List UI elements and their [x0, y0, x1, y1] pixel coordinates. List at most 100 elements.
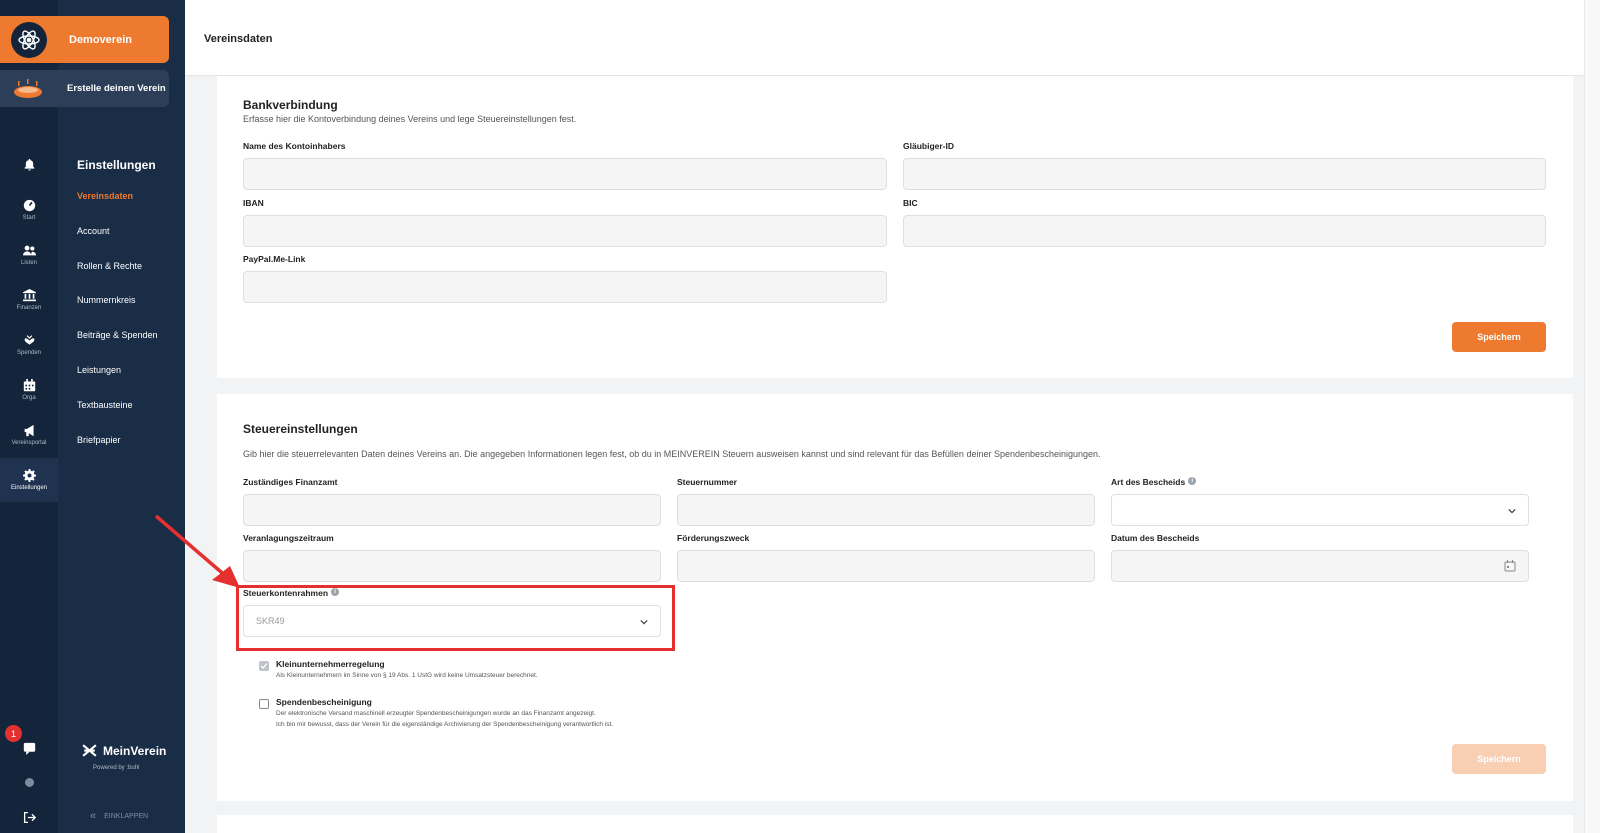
annotation-arrow	[154, 514, 240, 588]
rail-label: Einstellungen	[10, 485, 48, 491]
paypal-input[interactable]	[243, 271, 887, 303]
create-club-button[interactable]: Erstelle deinen Verein	[0, 70, 169, 107]
rail-label: Finanzen	[16, 305, 42, 311]
menu-item-nummernkreis[interactable]: Nummernkreis	[77, 295, 136, 305]
purpose-input[interactable]	[677, 550, 1095, 582]
menu-item-textbausteine[interactable]: Textbausteine	[77, 400, 133, 410]
users-icon	[22, 245, 36, 256]
chevron-down-icon	[1508, 508, 1516, 514]
bell-icon	[24, 158, 34, 171]
rail-orga[interactable]: Orga	[0, 368, 58, 412]
period-input[interactable]	[243, 550, 661, 582]
dashboard-icon	[23, 199, 35, 212]
meinverein-logo: MeinVerein	[81, 742, 166, 759]
donation-receipt-desc-1: Der elektronische Versand maschinell erz…	[276, 710, 596, 717]
double-chevron-left-icon: «	[90, 810, 97, 822]
create-club-label: Erstelle deinen Verein	[67, 83, 166, 94]
logout-icon	[23, 811, 36, 823]
megaphone-icon	[24, 424, 34, 437]
settings-menu-title: Einstellungen	[77, 158, 156, 172]
menu-item-beitraege[interactable]: Beiträge & Spenden	[77, 330, 158, 340]
holder-input[interactable]	[243, 158, 887, 190]
bank-icon	[22, 289, 36, 302]
creditor-input[interactable]	[903, 158, 1546, 190]
notice-date-input[interactable]	[1111, 550, 1529, 582]
rail-label: Spenden	[16, 350, 42, 356]
tax-title: Steuereinstellungen	[243, 422, 358, 436]
powered-by: Powered by :buhl	[93, 765, 140, 771]
club-switcher[interactable]: Demoverein	[0, 16, 169, 63]
notice-type-select[interactable]	[1111, 494, 1529, 526]
stadium-icon	[14, 78, 42, 98]
menu-item-rollen[interactable]: Rollen & Rechte	[77, 261, 142, 271]
taxnumber-label: Steuernummer	[677, 477, 737, 487]
menu-item-vereinsdaten[interactable]: Vereinsdaten	[77, 191, 133, 201]
calendar-icon	[1504, 560, 1516, 572]
bank-title: Bankverbindung	[243, 98, 338, 112]
office-label: Zuständiges Finanzamt	[243, 477, 338, 487]
rail-start[interactable]: Start	[0, 188, 58, 232]
notice-type-label-text: Art des Bescheids	[1111, 477, 1186, 487]
rail-label: Listen	[20, 260, 37, 266]
calendar-icon	[23, 379, 35, 392]
rail-spenden[interactable]: Spenden	[0, 323, 58, 367]
small-business-title: Kleinunternehmerregelung	[276, 659, 385, 669]
meinverein-logo-icon	[82, 744, 97, 757]
iban-label: IBAN	[243, 198, 264, 208]
meinverein-logo-text: MeinVerein	[103, 743, 167, 758]
rail-einstellungen[interactable]: Einstellungen	[0, 458, 58, 502]
bank-save-button[interactable]: Speichern	[1452, 322, 1546, 352]
menu-item-leistungen[interactable]: Leistungen	[77, 365, 121, 375]
donation-receipt-title: Spendenbescheinigung	[276, 697, 372, 707]
atom-icon	[18, 29, 40, 50]
gear-icon	[22, 469, 36, 482]
small-business-checkbox[interactable]	[259, 661, 269, 671]
club-logo	[11, 21, 47, 58]
collapse-button[interactable]: « EINKLAPPEN	[90, 810, 148, 822]
page-header: Vereinsdaten	[185, 0, 1600, 76]
office-input[interactable]	[243, 494, 661, 526]
page-scrollbar[interactable]	[1584, 0, 1600, 833]
creditor-label: Gläubiger-ID	[903, 141, 955, 151]
small-business-desc: Als Kleinunternehmern im Sinne von § 19 …	[276, 672, 538, 679]
period-label: Veranlagungszeitraum	[243, 533, 334, 543]
notice-type-label: Art des Bescheids i	[1111, 477, 1197, 487]
iban-input[interactable]	[243, 215, 887, 247]
heart-hand-icon	[24, 335, 34, 345]
paypal-label: PayPal.Me-Link	[243, 254, 306, 264]
bic-input[interactable]	[903, 215, 1546, 247]
taxnumber-input[interactable]	[677, 494, 1095, 526]
menu-item-briefpapier[interactable]: Briefpapier	[77, 435, 121, 445]
collapse-label: EINKLAPPEN	[104, 812, 149, 820]
bic-label: BIC	[903, 198, 918, 208]
info-icon	[24, 777, 34, 787]
club-name: Demoverein	[69, 33, 132, 46]
feedback-icon	[23, 742, 35, 755]
logout-button[interactable]	[0, 795, 58, 833]
rail-vereinsportal[interactable]: Vereinsportal	[0, 413, 58, 457]
info-icon[interactable]: i	[1188, 477, 1197, 485]
settings-panel	[58, 0, 185, 833]
purpose-label: Förderungszweck	[677, 533, 750, 543]
page-title: Vereinsdaten	[204, 33, 273, 45]
holder-label: Name des Kontoinhabers	[243, 141, 346, 151]
notifications-bell[interactable]	[0, 142, 58, 186]
rail-label: Orga	[22, 395, 36, 401]
annotation-highlight-box	[236, 585, 675, 651]
notification-badge: 1	[5, 725, 22, 742]
rail-listen[interactable]: Listen	[0, 233, 58, 277]
rail-label: Start	[22, 215, 36, 221]
rail-finanzen[interactable]: Finanzen	[0, 278, 58, 322]
tax-subtitle: Gib hier die steuerrelevanten Daten dein…	[243, 449, 1101, 459]
menu-item-account[interactable]: Account	[77, 226, 110, 236]
donation-receipt-checkbox[interactable]	[259, 699, 269, 709]
bank-subtitle: Erfasse hier die Kontoverbindung deines …	[243, 114, 577, 124]
checkmark-icon	[260, 663, 268, 669]
donation-receipt-desc-2: Ich bin mir bewusst, dass der Verein für…	[276, 721, 614, 728]
rail-label: Vereinsportal	[11, 440, 47, 446]
bank-card: Bankverbindung Erfasse hier die Kontover…	[217, 76, 1573, 378]
next-card	[217, 815, 1573, 833]
tax-save-button[interactable]: Speichern	[1452, 744, 1546, 774]
icon-rail: Start Listen Finanzen Spenden Orga Verei…	[0, 0, 58, 833]
notice-date-label: Datum des Bescheids	[1111, 533, 1200, 543]
